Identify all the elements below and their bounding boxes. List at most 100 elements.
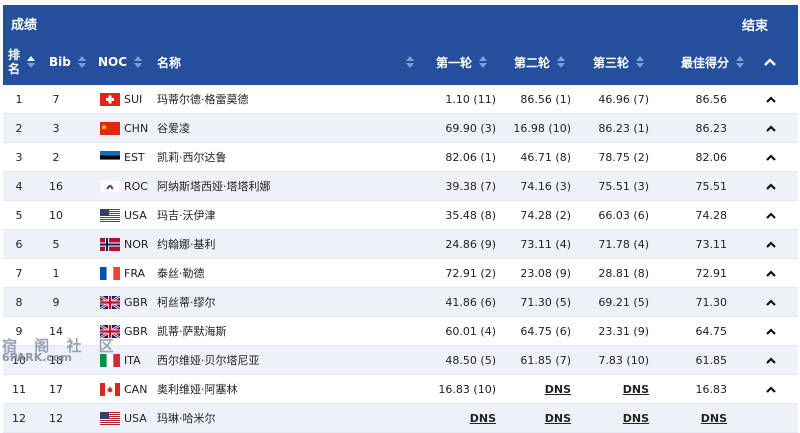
expand-row-button[interactable] — [759, 230, 783, 258]
best-score: 71.30 — [695, 295, 728, 309]
chevron-up-icon — [766, 95, 776, 103]
flag-icon — [100, 375, 122, 403]
expand-row-button[interactable] — [759, 172, 783, 200]
athlete-name: 玛蒂尔德·格雷莫德 — [157, 93, 249, 106]
end-status-button[interactable]: 结束 — [742, 15, 768, 34]
rank-cell: 2 — [15, 121, 23, 135]
rank-cell: 8 — [15, 295, 23, 309]
chevron-up-icon — [766, 153, 776, 161]
header-rank[interactable]: 排名 — [8, 39, 42, 85]
bib-cell: 2 — [52, 150, 60, 164]
athlete-name: 谷爱凌 — [157, 122, 190, 135]
bib-cell: 1 — [52, 266, 60, 280]
chevron-up-icon — [766, 240, 776, 248]
table-row[interactable]: 3 2 EST 凯莉·西尔达鲁 82.06 (1) 46.71 (8) 78.75 (2) 8… — [3, 143, 798, 172]
chevron-up-icon — [766, 385, 776, 393]
header-name-label: 名称 — [157, 55, 182, 70]
sort-icon — [735, 55, 745, 69]
athlete-name: 阿纳斯塔西娅·塔塔利娜 — [157, 180, 271, 193]
header-name[interactable]: 名称 — [157, 39, 415, 85]
header-r1-label: 第一轮 — [436, 55, 473, 70]
expand-row-button[interactable] — [759, 375, 783, 403]
bib-cell: 16 — [49, 179, 63, 193]
table-row[interactable]: 6 5 NOR 约翰娜·基利 24.86 (9) 73.11 (4) 71.78 (4) 73… — [3, 230, 798, 259]
header-r1[interactable]: 第一轮 — [436, 39, 488, 85]
sort-icon — [26, 55, 36, 69]
chevron-up-icon — [766, 182, 776, 190]
table-row[interactable]: 7 1 FRA 泰丝·勒德 72.91 (2) 23.08 (9) 28.81 (8) 72.… — [3, 259, 798, 288]
rank-cell: 11 — [12, 382, 26, 396]
rank-cell: 1 — [15, 92, 23, 106]
table-row[interactable]: 12 12 USA 玛琳·哈米尔 DNS DNS DNS DNS — [3, 404, 798, 433]
best-score: 75.51 — [695, 179, 728, 193]
flag-icon — [100, 85, 122, 113]
flag-icon — [100, 143, 122, 171]
bib-cell: 9 — [52, 295, 60, 309]
chevron-up-icon — [764, 58, 776, 66]
header-r2[interactable]: 第二轮 — [514, 39, 566, 85]
best-score: 73.11 — [695, 237, 728, 251]
header-r2-label: 第二轮 — [514, 55, 551, 70]
watermark: 宿 阁 社 区 6PARK.com — [2, 339, 120, 364]
chevron-up-icon — [766, 298, 776, 306]
expand-row-button[interactable] — [759, 288, 783, 316]
best-score: 86.23 — [695, 121, 728, 135]
best-score: 61.85 — [695, 353, 728, 367]
header-best[interactable]: 最佳得分 — [681, 39, 745, 85]
results-table-body: 1 7 SUI 玛蒂尔德·格雷莫德 1.10 (11) 86.56 (1) 46.96 (7… — [3, 85, 798, 433]
flag-icon — [100, 259, 122, 287]
athlete-name: 西尔维娅·贝尔塔尼亚 — [157, 354, 260, 367]
athlete-name: 泰丝·勒德 — [157, 267, 205, 280]
athlete-name: 凯莉·西尔达鲁 — [157, 151, 227, 164]
header-bib-label: Bib — [49, 55, 71, 69]
expand-row-button[interactable] — [759, 85, 783, 113]
table-row[interactable]: 1 7 SUI 玛蒂尔德·格雷莫德 1.10 (11) 86.56 (1) 46.96 (7… — [3, 85, 798, 114]
rank-cell: 6 — [15, 237, 23, 251]
athlete-name: 柯丝蒂·缪尔 — [157, 296, 216, 309]
expand-row-button[interactable] — [759, 317, 783, 345]
flag-icon — [100, 172, 122, 200]
header-noc-label: NOC — [98, 55, 128, 69]
athlete-name: 凯蒂·萨默海斯 — [157, 325, 227, 338]
table-row[interactable]: 5 10 USA 玛吉·沃伊津 35.48 (8) 74.28 (2) 66.03 (6) 7… — [3, 201, 798, 230]
sort-icon — [405, 55, 415, 69]
rank-cell: 4 — [15, 179, 23, 193]
bib-cell: 5 — [52, 237, 60, 251]
table-row[interactable]: 11 17 CAN 奥利维娅·阿塞林 16.83 (10) DNS DNS 16.83 — [3, 375, 798, 404]
chevron-up-icon — [766, 327, 776, 335]
title-bar: 成绩 结束 — [3, 5, 798, 39]
header-r3[interactable]: 第三轮 — [593, 39, 645, 85]
bib-cell: 10 — [49, 208, 63, 222]
chevron-up-icon — [766, 356, 776, 364]
rank-cell: 3 — [15, 150, 23, 164]
table-row[interactable]: 10 18 ITA 西尔维娅·贝尔塔尼亚 48.50 (5) 61.85 (7) 7.83 … — [3, 346, 798, 375]
header-bib[interactable]: Bib — [49, 39, 87, 85]
table-row[interactable]: 8 9 GBR 柯丝蒂·缪尔 41.86 (6) 71.30 (5) 69.21 (5) 71… — [3, 288, 798, 317]
table-row[interactable]: 2 3 CHN 谷爱凌 69.90 (3) 16.98 (10) 86.23 (1) 86.2… — [3, 114, 798, 143]
expand-row-button[interactable] — [759, 143, 783, 171]
best-score: 72.91 — [695, 266, 728, 280]
chevron-up-icon — [766, 124, 776, 132]
best-score: 64.75 — [695, 324, 728, 338]
expand-row-button[interactable] — [759, 201, 783, 229]
results-panel: 成绩 结束 排名 Bib NOC 名称 第一轮 第二轮 第三轮 最佳得分 1 7… — [3, 5, 798, 433]
expand-row-button[interactable] — [759, 259, 783, 287]
flag-icon — [100, 230, 122, 258]
header-noc[interactable]: NOC — [98, 39, 143, 85]
chevron-up-icon — [766, 269, 776, 277]
best-score: 16.83 — [695, 382, 728, 396]
expand-row-button[interactable] — [759, 114, 783, 142]
best-score: 74.28 — [695, 208, 728, 222]
rank-cell: 5 — [15, 208, 23, 222]
flag-icon — [100, 201, 122, 229]
sort-icon — [478, 55, 488, 69]
table-row[interactable]: 4 16 ROC 阿纳斯塔西娅·塔塔利娜 39.38 (7) 74.16 (3) 75.51… — [3, 172, 798, 201]
header-r3-label: 第三轮 — [593, 55, 630, 70]
header-rank-label: 排名 — [8, 48, 21, 76]
table-row[interactable]: 9 14 GBR 凯蒂·萨默海斯 60.01 (4) 64.75 (6) 23.31 (9)… — [3, 317, 798, 346]
expand-row-button[interactable] — [759, 346, 783, 374]
collapse-all-button[interactable] — [763, 39, 777, 85]
header-best-label: 最佳得分 — [681, 55, 730, 70]
sort-icon — [635, 55, 645, 69]
bib-cell: 7 — [52, 92, 60, 106]
